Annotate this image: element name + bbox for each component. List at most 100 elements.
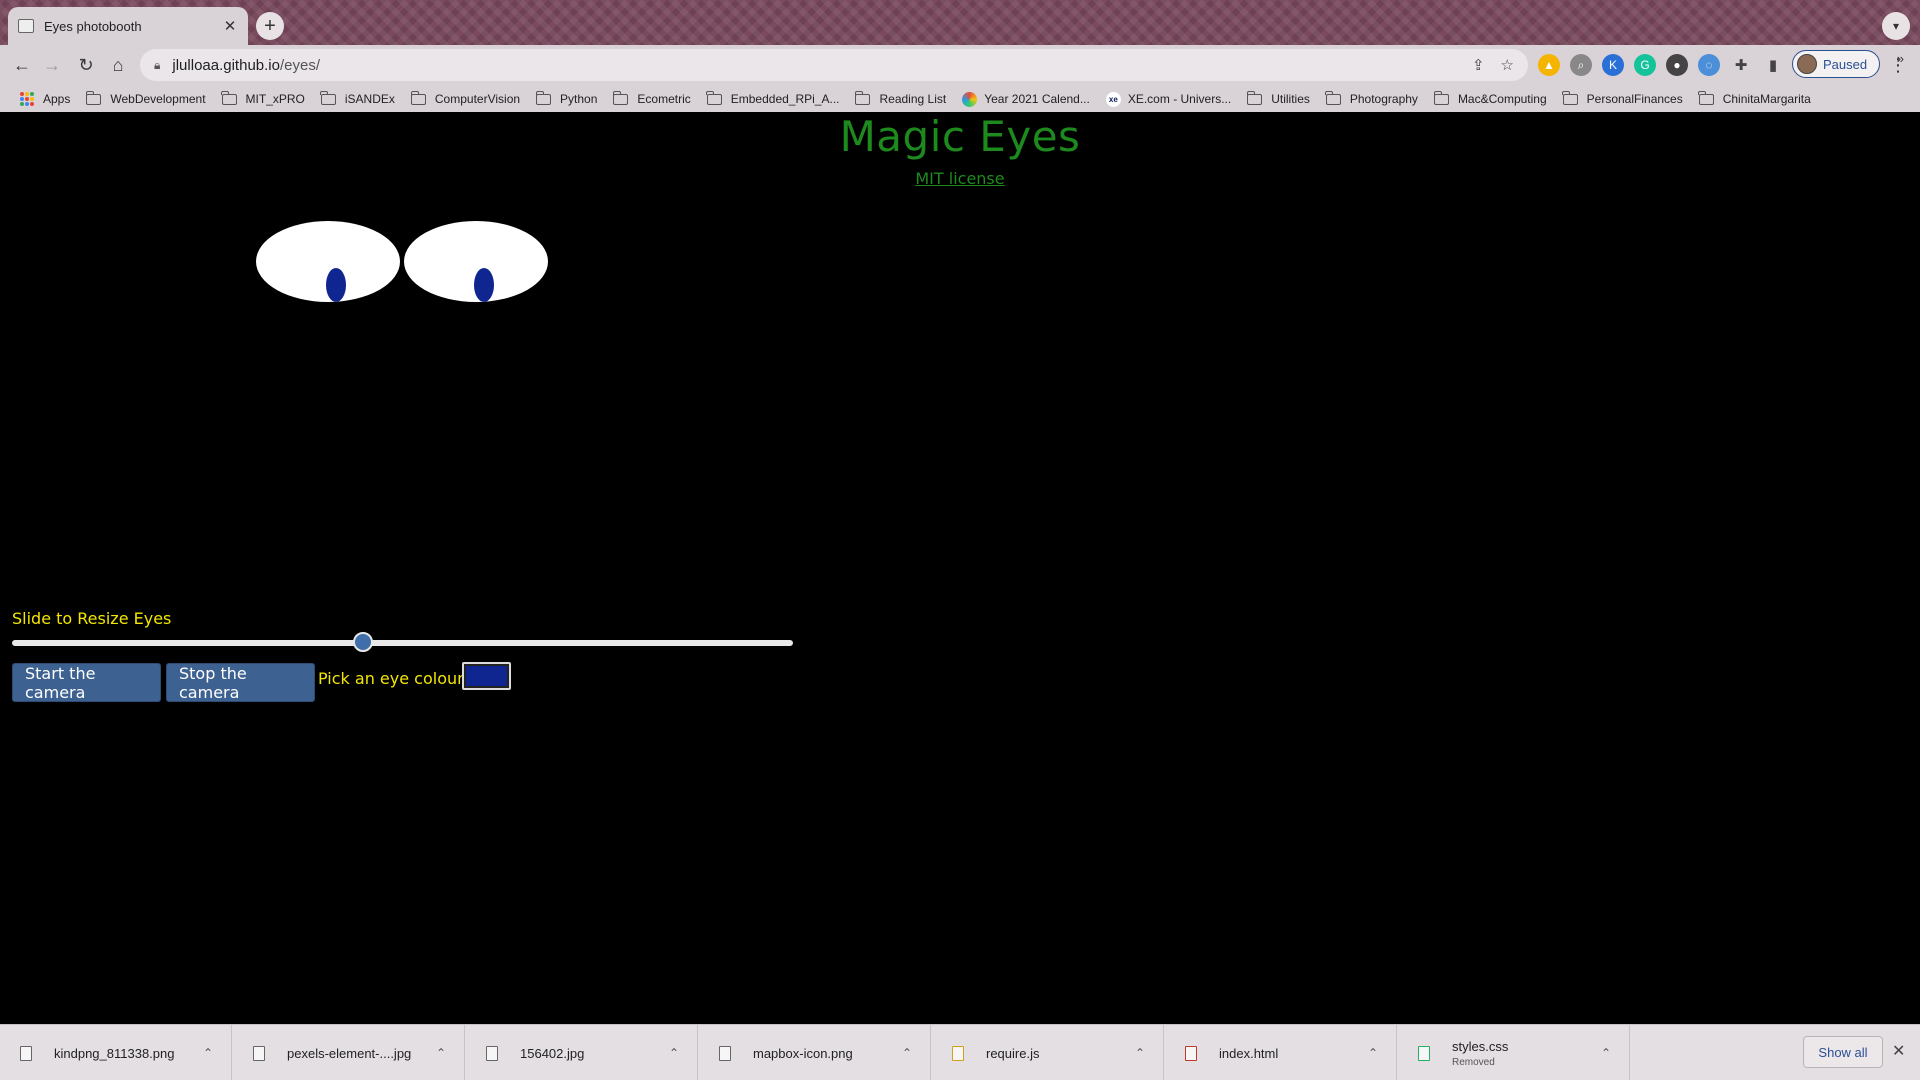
show-all-downloads-button[interactable]: Show all (1803, 1036, 1883, 1068)
download-item[interactable]: styles.css Removed ⌃ (1398, 1025, 1630, 1080)
sidebar-icon[interactable]: ▮ (1762, 54, 1784, 76)
google-drive-icon[interactable]: ▲ (1538, 54, 1560, 76)
folder-icon (1325, 90, 1341, 105)
folder-icon (855, 90, 871, 105)
chevron-up-icon[interactable]: ⌃ (1135, 1046, 1145, 1060)
bookmark-item[interactable]: MIT_xPRO (214, 90, 313, 106)
folder-icon (613, 90, 629, 105)
eye-colour-picker[interactable] (462, 662, 511, 690)
file-icon (952, 1045, 964, 1061)
tab-eyes-photobooth[interactable]: Eyes photobooth ✕ (8, 7, 248, 45)
file-icon (719, 1045, 731, 1061)
chevron-up-icon[interactable]: ⌃ (1368, 1046, 1378, 1060)
chevron-up-icon[interactable]: ⌃ (203, 1046, 213, 1060)
folder-icon (1562, 90, 1578, 105)
bookmark-item[interactable]: Ecometric (605, 90, 698, 106)
close-icon[interactable]: ✕ (1892, 1041, 1905, 1061)
bookmark-label: Ecometric (637, 92, 691, 106)
extension-swirl-icon[interactable]: ◌ (1698, 54, 1720, 76)
back-arrow-icon[interactable]: ← (8, 51, 36, 79)
extensions-area: ▲ ⌕ K G ● ◌ ✚ ▮ (1538, 51, 1784, 79)
download-item[interactable]: kindpng_811338.png ⌃ (0, 1025, 232, 1080)
mit-license-link[interactable]: MIT license (0, 169, 1920, 188)
apps-grid-icon (20, 92, 34, 106)
bookmark-label: WebDevelopment (110, 92, 206, 106)
download-item[interactable]: 156402.jpg ⌃ (466, 1025, 698, 1080)
reload-icon[interactable]: ↻ (72, 51, 100, 79)
page-title: Magic Eyes (839, 112, 1081, 161)
stop-camera-button[interactable]: Stop the camera (166, 663, 315, 702)
download-file-name: mapbox-icon.png (753, 1045, 853, 1061)
grammarly-icon[interactable]: G (1634, 54, 1656, 76)
puzzle-extensions-icon[interactable]: ✚ (1730, 54, 1752, 76)
download-file-name: styles.css (1452, 1038, 1509, 1054)
folder-icon (85, 90, 102, 105)
folder-icon (410, 90, 426, 105)
bookmark-label: Photography (1349, 92, 1418, 106)
chevron-up-icon[interactable]: ⌃ (669, 1046, 679, 1060)
resize-slider-thumb[interactable] (353, 632, 374, 652)
bookmark-item[interactable]: ComputerVision (403, 90, 528, 106)
bookmark-item[interactable]: Utilities (1239, 90, 1318, 106)
bookmark-label: ChinitaMargarita (1722, 92, 1811, 106)
download-item[interactable]: mapbox-icon.png ⌃ (699, 1025, 931, 1080)
download-item[interactable]: pexels-element-....jpg ⌃ (233, 1025, 465, 1080)
resize-slider-track[interactable] (12, 640, 793, 646)
download-file-name: 156402.jpg (520, 1045, 585, 1061)
download-item[interactable]: require.js ⌃ (932, 1025, 1164, 1080)
bookmark-item[interactable]: xe XE.com - Univers... (1098, 91, 1239, 107)
address-bar[interactable]: 🔒︎ jlulloaa.github.io/eyes/ ⇪ ☆ (140, 49, 1528, 81)
lock-icon: 🔒︎ (154, 57, 161, 72)
chevron-up-icon[interactable]: ⌃ (436, 1046, 446, 1060)
left-pupil (326, 268, 346, 302)
bookmark-item[interactable]: Embedded_RPi_A... (699, 90, 848, 106)
colour-swatch-fill (466, 666, 507, 686)
profile-button[interactable]: Paused (1792, 50, 1880, 78)
bookmark-label: XE.com - Univers... (1127, 92, 1232, 106)
right-pupil (474, 268, 494, 302)
avatar (1797, 54, 1817, 74)
bookmark-star-icon[interactable]: ☆ (1501, 56, 1514, 74)
folder-icon (1433, 90, 1449, 105)
chevron-down-icon[interactable]: ▾ (1882, 12, 1910, 40)
bookmark-item[interactable]: PersonalFinances (1555, 90, 1691, 106)
pick-colour-label: Pick an eye colour: (318, 669, 469, 688)
bookmark-item[interactable]: WebDevelopment (78, 90, 213, 106)
bookmark-label: PersonalFinances (1586, 92, 1683, 106)
folder-icon (706, 90, 722, 105)
close-icon[interactable]: ✕ (222, 17, 238, 35)
bookmark-item[interactable]: iSANDEx (313, 90, 403, 106)
more-bookmarks-icon[interactable]: » (1897, 51, 1904, 66)
extension-k-icon[interactable]: K (1602, 54, 1624, 76)
extension-dark-icon[interactable]: ● (1666, 54, 1688, 76)
bookmark-item[interactable]: ChinitaMargarita (1691, 90, 1819, 106)
bookmark-label: Year 2021 Calend... (984, 92, 1090, 106)
forward-arrow-icon[interactable]: → (38, 51, 66, 79)
download-file-name: require.js (986, 1045, 1040, 1061)
bookmark-item[interactable]: Apps (12, 92, 78, 106)
bookmark-item[interactable]: Reading List (847, 90, 954, 106)
home-icon[interactable]: ⌂ (104, 51, 132, 79)
new-tab-button[interactable]: + (256, 12, 284, 40)
folder-icon (320, 90, 336, 105)
share-icon[interactable]: ⇪ (1472, 56, 1485, 74)
profile-status: Paused (1823, 56, 1868, 72)
bookmark-item[interactable]: Python (528, 90, 605, 106)
magnifier-extension-icon[interactable]: ⌕ (1570, 54, 1592, 76)
chevron-up-icon[interactable]: ⌃ (902, 1046, 912, 1060)
bookmark-label: Apps (43, 92, 71, 106)
bookmark-item[interactable]: Year 2021 Calend... (954, 91, 1098, 107)
slider-label: Slide to Resize Eyes (12, 609, 172, 628)
url-text: jlulloaa.github.io/eyes/ (172, 56, 320, 74)
left-eye (256, 221, 400, 302)
bookmark-item[interactable]: Mac&Computing (1426, 90, 1555, 106)
bookmark-item[interactable]: Photography (1318, 90, 1426, 106)
download-item[interactable]: index.html ⌃ (1165, 1025, 1397, 1080)
folder-icon (1246, 90, 1263, 105)
page-icon (18, 19, 34, 33)
chevron-up-icon[interactable]: ⌃ (1601, 1046, 1611, 1060)
start-camera-button[interactable]: Start the camera (12, 663, 161, 702)
tab-title: Eyes photobooth (44, 18, 142, 34)
file-icon (1418, 1045, 1430, 1061)
folder-icon (1698, 90, 1714, 105)
